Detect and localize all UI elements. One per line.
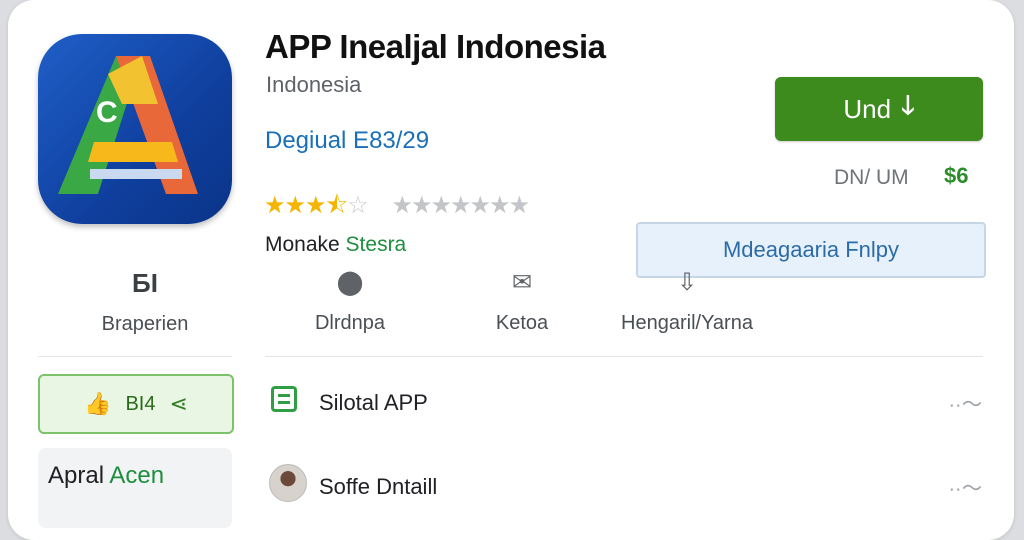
- divider: [265, 356, 983, 357]
- side-box-accent: Acen: [109, 462, 165, 489]
- divider: [38, 356, 232, 357]
- install-button[interactable]: Und 🡓: [775, 77, 983, 141]
- app-title: APP Inealjal Indonesia: [265, 28, 606, 65]
- age-badge: $6: [944, 163, 969, 188]
- stat-count-value: БI: [132, 268, 158, 298]
- app-subtitle: Indonesia: [266, 72, 362, 97]
- stat-pin[interactable]: ⬤ Dlrdnpa: [300, 268, 400, 335]
- maker-accent[interactable]: Stesra: [346, 233, 407, 256]
- stat-mail[interactable]: ✉ Ketoa: [472, 268, 572, 335]
- list-item[interactable]: Soffe Dntaill ∙∙〜: [265, 462, 983, 510]
- avatar: [269, 464, 307, 502]
- size-text: DN/ UM: [834, 166, 909, 189]
- maker-prefix: Monake: [265, 233, 346, 256]
- rating-stars: ★★★⯪☆ ★★★★★★★: [264, 188, 530, 229]
- stat-download-label: Hengaril/Yarna: [621, 312, 753, 334]
- star-half-icon: ⯪: [325, 192, 349, 219]
- list-item-label: Silotal APP: [319, 390, 428, 415]
- like-share-button[interactable]: 👍 BI4 ⋖: [38, 374, 234, 434]
- pin-icon: ⬤: [336, 269, 364, 296]
- side-box-title: Apral Acen: [48, 462, 164, 490]
- logo-letter: C: [96, 96, 118, 129]
- secondary-action-label: Mdeagaaria Fnlpy: [722, 237, 900, 262]
- list-item[interactable]: Silotal APP ∙∙〜: [265, 378, 983, 426]
- sheet-icon: [271, 386, 301, 416]
- star-icon: ★★★: [264, 192, 327, 219]
- like-count: BI4: [125, 392, 156, 415]
- thumbs-up-icon: 👍: [84, 391, 112, 416]
- download-arrow-icon: 🡓: [901, 90, 915, 120]
- app-logo-icon: C: [38, 34, 232, 224]
- side-info-box[interactable]: Apral Acen: [38, 448, 232, 528]
- stat-mail-label: Ketoa: [495, 312, 549, 334]
- more-icon[interactable]: ∙∙〜: [949, 472, 983, 501]
- share-icon: ⋖: [169, 391, 188, 416]
- developer-link[interactable]: Degiual E83/29: [265, 127, 429, 155]
- grey-stars-icon: ★★★★★★★: [391, 192, 530, 219]
- download-icon: ⇩: [676, 269, 698, 296]
- envelope-icon: ✉: [511, 269, 533, 296]
- maker-line: Monake Stesra: [265, 233, 406, 257]
- stat-pin-label: Dlrdnpa: [314, 312, 386, 334]
- star-empty-icon: ☆: [347, 192, 368, 219]
- list-item-label: Soffe Dntaill: [319, 474, 438, 499]
- stat-count: БI Braperien: [90, 268, 200, 336]
- stat-download[interactable]: ⇩ Hengaril/Yarna: [612, 268, 762, 335]
- install-label: Und: [843, 93, 892, 124]
- side-box-prefix: Apral: [48, 462, 110, 489]
- stat-count-label: Braperien: [101, 313, 189, 335]
- more-icon[interactable]: ∙∙〜: [949, 388, 983, 417]
